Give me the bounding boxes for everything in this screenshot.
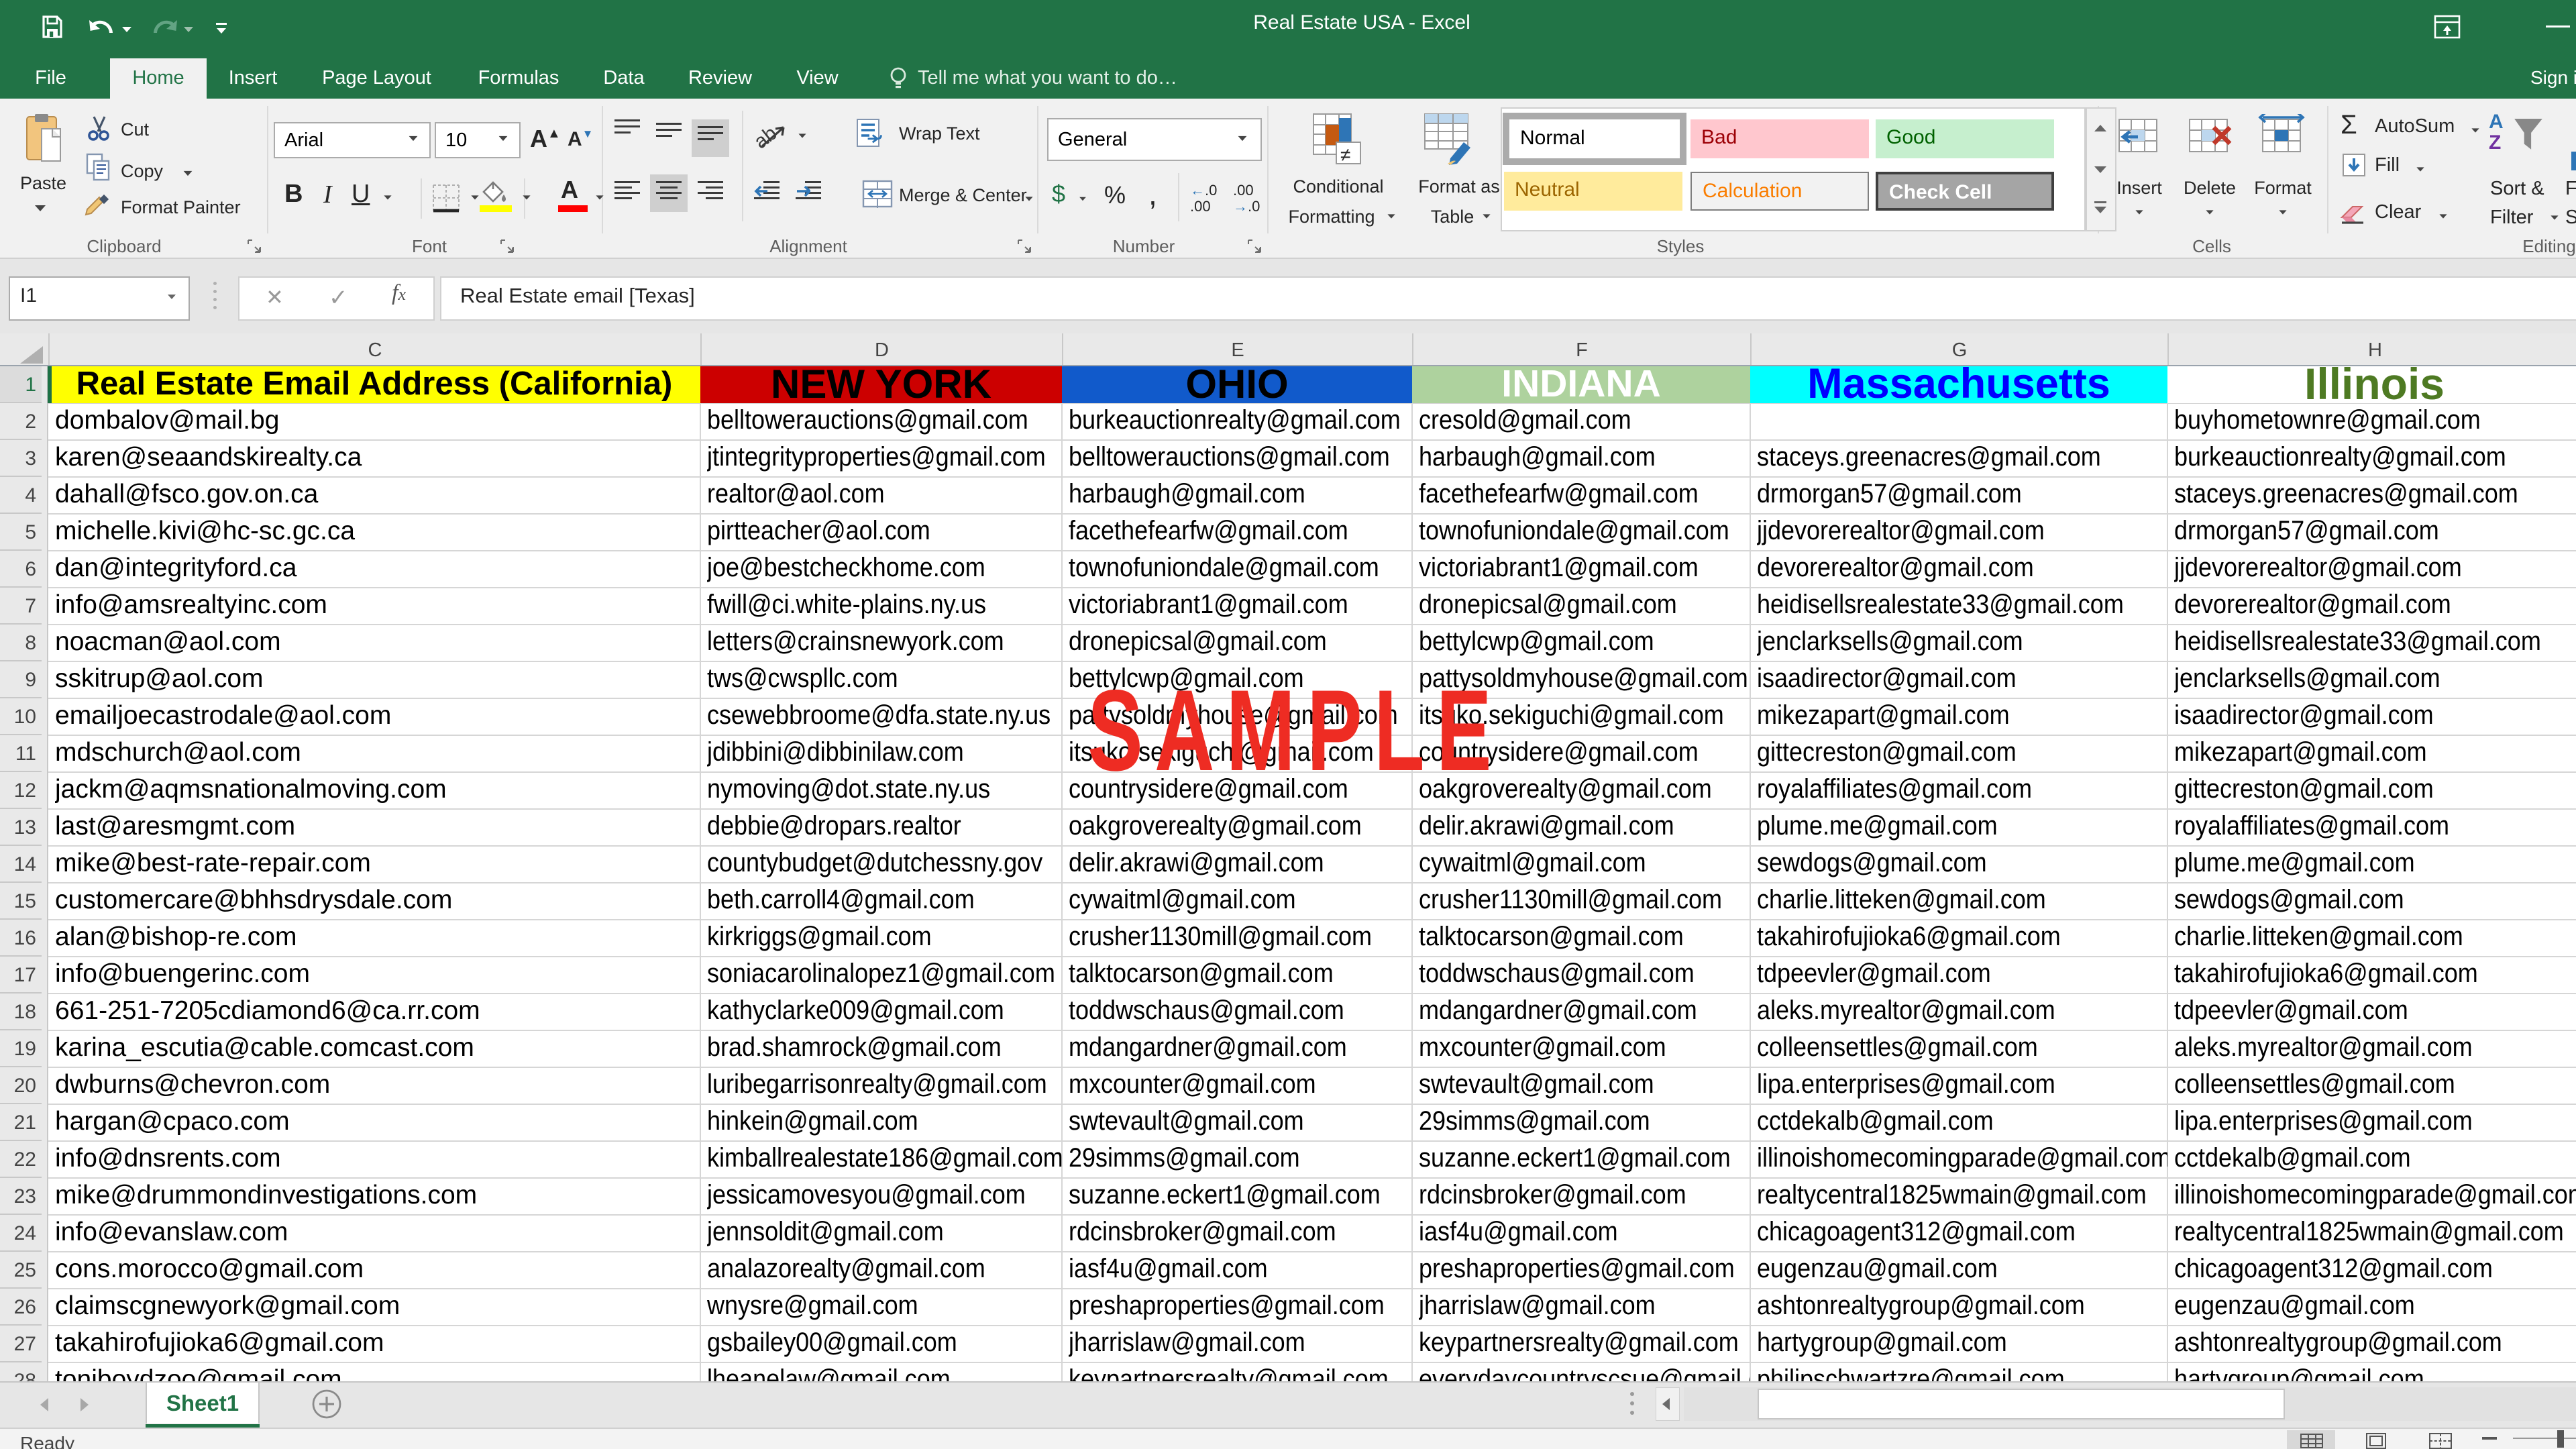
svg-text:ab: ab — [754, 122, 782, 150]
svg-text:≠: ≠ — [1340, 144, 1350, 165]
